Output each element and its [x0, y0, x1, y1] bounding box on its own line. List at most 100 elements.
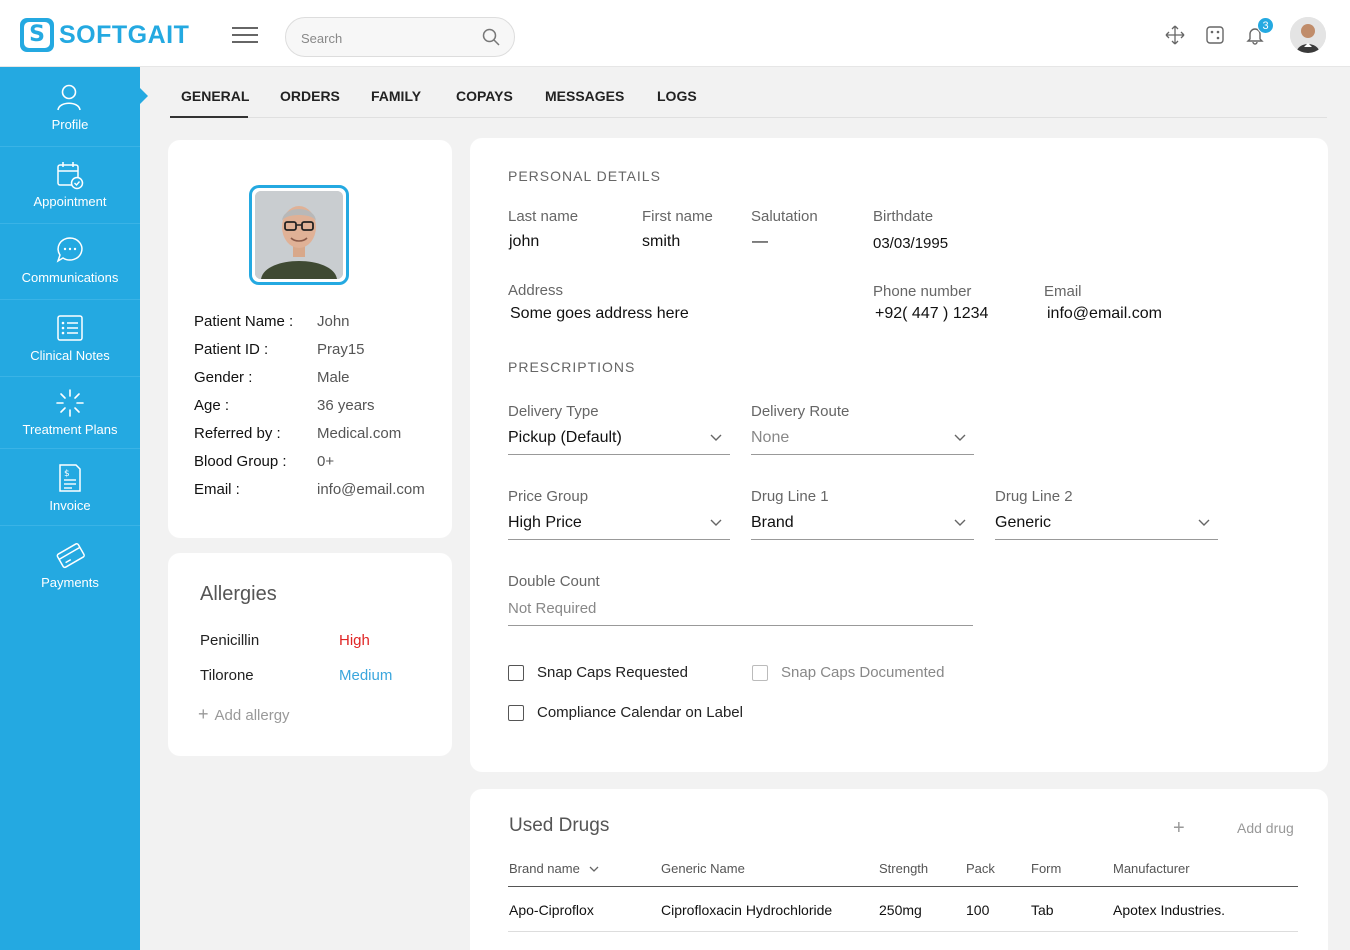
chevron-down-icon — [710, 434, 722, 441]
tab-orders[interactable]: ORDERS — [280, 88, 340, 104]
column-header-pack: Pack — [966, 861, 995, 876]
info-label: Gender : — [194, 369, 253, 386]
sidebar-item-profile[interactable]: Profile — [0, 67, 140, 147]
info-label: Email : — [194, 481, 240, 498]
delivery-type-select[interactable]: Pickup (Default) — [508, 425, 730, 455]
card-icon — [56, 543, 85, 569]
sidebar-item-label: Clinical Notes — [30, 348, 110, 363]
address-label: Address — [508, 282, 564, 299]
delivery-route-select[interactable]: None — [751, 425, 974, 455]
prescriptions-title: PRESCRIPTIONS — [508, 359, 636, 375]
double-count-input[interactable]: Not Required — [508, 596, 973, 626]
allergies-title: Allergies — [200, 583, 277, 605]
add-drug-button[interactable]: Add drug — [1237, 820, 1294, 836]
last-name-value[interactable]: john — [509, 233, 539, 251]
cell-form: Tab — [1031, 902, 1054, 918]
cell-manufacturer: Apotex Industries. — [1113, 902, 1226, 918]
address-value[interactable]: Some goes address here — [510, 305, 689, 323]
email-field[interactable]: info@email.com — [1047, 305, 1162, 323]
logo-mark-letter: S — [24, 22, 50, 48]
move-arrows-icon[interactable] — [1165, 25, 1185, 45]
double-count-label: Double Count — [508, 573, 600, 590]
phone-value[interactable]: +92( 447 ) 1234 — [875, 305, 988, 323]
column-header-brand-name[interactable]: Brand name — [509, 861, 599, 876]
user-avatar[interactable] — [1290, 17, 1326, 53]
sidebar-item-payments[interactable]: Payments — [0, 526, 140, 603]
top-header: S SOFTGAIT 3 — [0, 0, 1350, 67]
personal-details-card: PERSONAL DETAILS Last name john First na… — [470, 138, 1328, 772]
first-name-value[interactable]: smith — [642, 233, 680, 251]
salutation-value[interactable]: — — [752, 233, 768, 251]
drug-line2-select[interactable]: Generic — [995, 510, 1218, 540]
tab-copays[interactable]: COPAYS — [456, 88, 513, 104]
sidebar-item-treatment-plans[interactable]: Treatment Plans — [0, 377, 140, 449]
column-header-generic-name: Generic Name — [661, 861, 745, 876]
snap-caps-documented-label: Snap Caps Documented — [781, 664, 945, 681]
gender-value: Male — [317, 369, 350, 386]
tab-family[interactable]: FAMILY — [371, 88, 421, 104]
cell-strength: 250mg — [879, 902, 922, 918]
menu-icon[interactable] — [232, 27, 258, 45]
compliance-calendar-label: Compliance Calendar on Label — [537, 704, 743, 721]
drug-line2-value: Generic — [995, 514, 1052, 531]
allergies-card: Allergies Penicillin High Tilorone Mediu… — [168, 553, 452, 756]
compliance-calendar-checkbox[interactable] — [508, 705, 524, 721]
patient-card: Patient Name : John Patient ID : Pray15 … — [168, 140, 452, 538]
invoice-icon: $ — [59, 464, 81, 492]
info-label: Referred by : — [194, 425, 281, 442]
chevron-down-icon — [710, 519, 722, 526]
drug-line2-label: Drug Line 2 — [995, 488, 1073, 505]
email-label: Email — [1044, 283, 1082, 300]
age-value: 36 years — [317, 397, 375, 414]
sidebar-item-communications[interactable]: Communications — [0, 224, 140, 300]
chat-bubble-icon — [56, 237, 83, 263]
first-name-label: First name — [642, 208, 713, 225]
salutation-label: Salutation — [751, 208, 818, 225]
active-tab-underline — [170, 116, 248, 118]
column-header-label: Brand name — [509, 861, 580, 876]
add-allergy-button[interactable]: + Add allergy — [198, 704, 290, 725]
referred-by-value: Medical.com — [317, 425, 402, 442]
search-icon[interactable] — [482, 28, 500, 46]
sidebar-item-label: Profile — [51, 117, 89, 132]
search-input[interactable] — [301, 27, 471, 49]
sidebar-item-invoice[interactable]: $ Invoice — [0, 449, 140, 526]
info-label: Age : — [194, 397, 230, 414]
cell-pack: 100 — [966, 902, 990, 918]
snap-caps-requested-label: Snap Caps Requested — [537, 664, 688, 681]
tab-logs[interactable]: LOGS — [657, 88, 697, 104]
chevron-down-icon — [954, 519, 966, 526]
dice-icon[interactable] — [1205, 25, 1225, 45]
sidebar-item-appointment[interactable]: Appointment — [0, 147, 140, 224]
price-group-value: High Price — [508, 514, 582, 531]
chevron-down-icon — [954, 434, 966, 441]
logo[interactable]: S SOFTGAIT — [20, 18, 189, 52]
info-label: Patient ID : — [194, 341, 269, 358]
patient-name-value: John — [317, 313, 350, 330]
sidebar-item-clinical-notes[interactable]: Clinical Notes — [0, 300, 140, 377]
column-header-manufacturer: Manufacturer — [1113, 861, 1190, 876]
snap-caps-documented-checkbox[interactable] — [752, 665, 768, 681]
plus-icon: + — [198, 704, 209, 724]
tab-general[interactable]: GENERAL — [181, 88, 249, 104]
sidebar-item-label: Payments — [41, 575, 99, 590]
allergy-severity-high: High — [339, 632, 370, 649]
cell-generic-name: Ciprofloxacin Hydrochloride — [661, 902, 833, 918]
spinner-icon — [56, 389, 84, 417]
email-value: info@email.com — [317, 481, 425, 498]
allergy-name: Tilorone — [200, 667, 254, 684]
plus-icon[interactable]: + — [1173, 817, 1185, 840]
sidebar-active-indicator — [140, 88, 148, 104]
tab-bar: GENERAL ORDERS FAMILY COPAYS MESSAGES LO… — [170, 80, 1327, 118]
chevron-down-icon — [1198, 519, 1210, 526]
calendar-check-icon — [57, 162, 84, 190]
personal-details-title: PERSONAL DETAILS — [508, 168, 661, 184]
birthdate-value[interactable]: 03/03/1995 — [873, 235, 948, 252]
snap-caps-requested-checkbox[interactable] — [508, 665, 524, 681]
price-group-select[interactable]: High Price — [508, 510, 730, 540]
drug-line1-select[interactable]: Brand — [751, 510, 974, 540]
tab-messages[interactable]: MESSAGES — [545, 88, 624, 104]
delivery-route-value: None — [751, 429, 790, 446]
user-icon — [57, 84, 81, 111]
delivery-route-label: Delivery Route — [751, 403, 850, 420]
